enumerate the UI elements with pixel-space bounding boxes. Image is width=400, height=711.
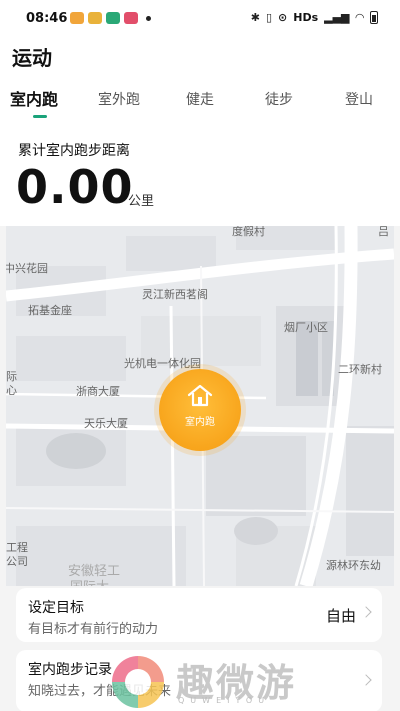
house-icon bbox=[187, 384, 213, 407]
notification-app-icon-2 bbox=[88, 12, 102, 24]
tab-mountain[interactable]: 登山 bbox=[345, 89, 373, 109]
vibrate-icon: ▯ bbox=[265, 11, 273, 24]
map-label: 吕 bbox=[378, 226, 389, 238]
network-label: HDs bbox=[293, 11, 319, 24]
goal-subtitle: 有目标才有前行的动力 bbox=[28, 622, 159, 637]
bluetooth-icon: ✱ bbox=[250, 11, 260, 24]
map-label: 天乐大厦 bbox=[84, 417, 128, 430]
location-icon: ⊙ bbox=[278, 11, 288, 24]
tab-hike[interactable]: 徒步 bbox=[265, 89, 293, 109]
notification-app-icon-4 bbox=[124, 12, 138, 24]
map-label: 心 bbox=[6, 384, 17, 397]
battery-icon bbox=[370, 11, 378, 24]
page-title: 运动 bbox=[12, 46, 52, 70]
start-button-label: 室内跑 bbox=[185, 417, 215, 428]
map-label: 浙商大厦 bbox=[76, 385, 120, 398]
active-tab-indicator bbox=[33, 115, 47, 118]
notification-app-icon-1 bbox=[70, 12, 84, 24]
distance-unit: 公里 bbox=[128, 194, 155, 209]
signal-icon: ▂▄▆ bbox=[324, 11, 350, 24]
map-label: 公司 bbox=[6, 555, 28, 568]
status-indicators: ✱ ▯ ⊙ HDs ▂▄▆ ◠ bbox=[251, 11, 378, 24]
distance-label: 累计室内跑步距离 bbox=[18, 143, 130, 159]
map-label: 度假村 bbox=[232, 226, 265, 238]
status-time: 08:46 bbox=[26, 11, 68, 26]
chevron-right-icon bbox=[360, 674, 372, 686]
status-bar: 08:46 ✱ ▯ ⊙ HDs ▂▄▆ ◠ bbox=[0, 0, 400, 36]
notification-app-icon-3 bbox=[106, 12, 120, 24]
tab-outdoor-run[interactable]: 室外跑 bbox=[98, 89, 140, 109]
map-label: 源林环东幼 bbox=[326, 559, 381, 572]
notification-icons bbox=[70, 12, 151, 24]
watermark-subtext: QUWEIYOU bbox=[178, 696, 271, 705]
watermark: 趣微游 QUWEIYOU bbox=[112, 652, 312, 710]
watermark-logo-icon bbox=[112, 656, 164, 708]
map-label: 光机电一体化园 bbox=[124, 357, 201, 370]
tab-indoor-run[interactable]: 室内跑 bbox=[10, 86, 58, 110]
set-goal-card[interactable]: 设定目标 有目标才有前行的动力 自由 bbox=[16, 588, 382, 642]
map-label: 国际大 bbox=[70, 576, 109, 586]
chevron-right-icon bbox=[360, 606, 372, 618]
more-notifications-dot bbox=[146, 15, 151, 21]
wifi-icon: ◠ bbox=[355, 11, 364, 24]
start-indoor-run-button[interactable]: 室内跑 bbox=[159, 369, 241, 451]
distance-value: 0.00 bbox=[16, 160, 134, 214]
records-title: 室内跑步记录 bbox=[28, 662, 112, 678]
map-label: 拓基金座 bbox=[28, 304, 72, 317]
header: 运动 室内跑 室外跑 健走 徒步 登山 累计室内跑步距离 0.00 公里 bbox=[0, 36, 400, 226]
map-label: 烟厂小区 bbox=[284, 321, 328, 334]
map-label: 二环新村 bbox=[338, 363, 382, 376]
goal-value: 自由 bbox=[325, 607, 356, 625]
sport-tabs: 室内跑 室外跑 健走 徒步 登山 bbox=[0, 86, 400, 118]
map-label: 灵江新西茗阁 bbox=[142, 288, 208, 301]
goal-title: 设定目标 bbox=[28, 600, 84, 616]
tab-walk[interactable]: 健走 bbox=[186, 89, 214, 109]
map-label: 中兴花园 bbox=[6, 262, 48, 275]
